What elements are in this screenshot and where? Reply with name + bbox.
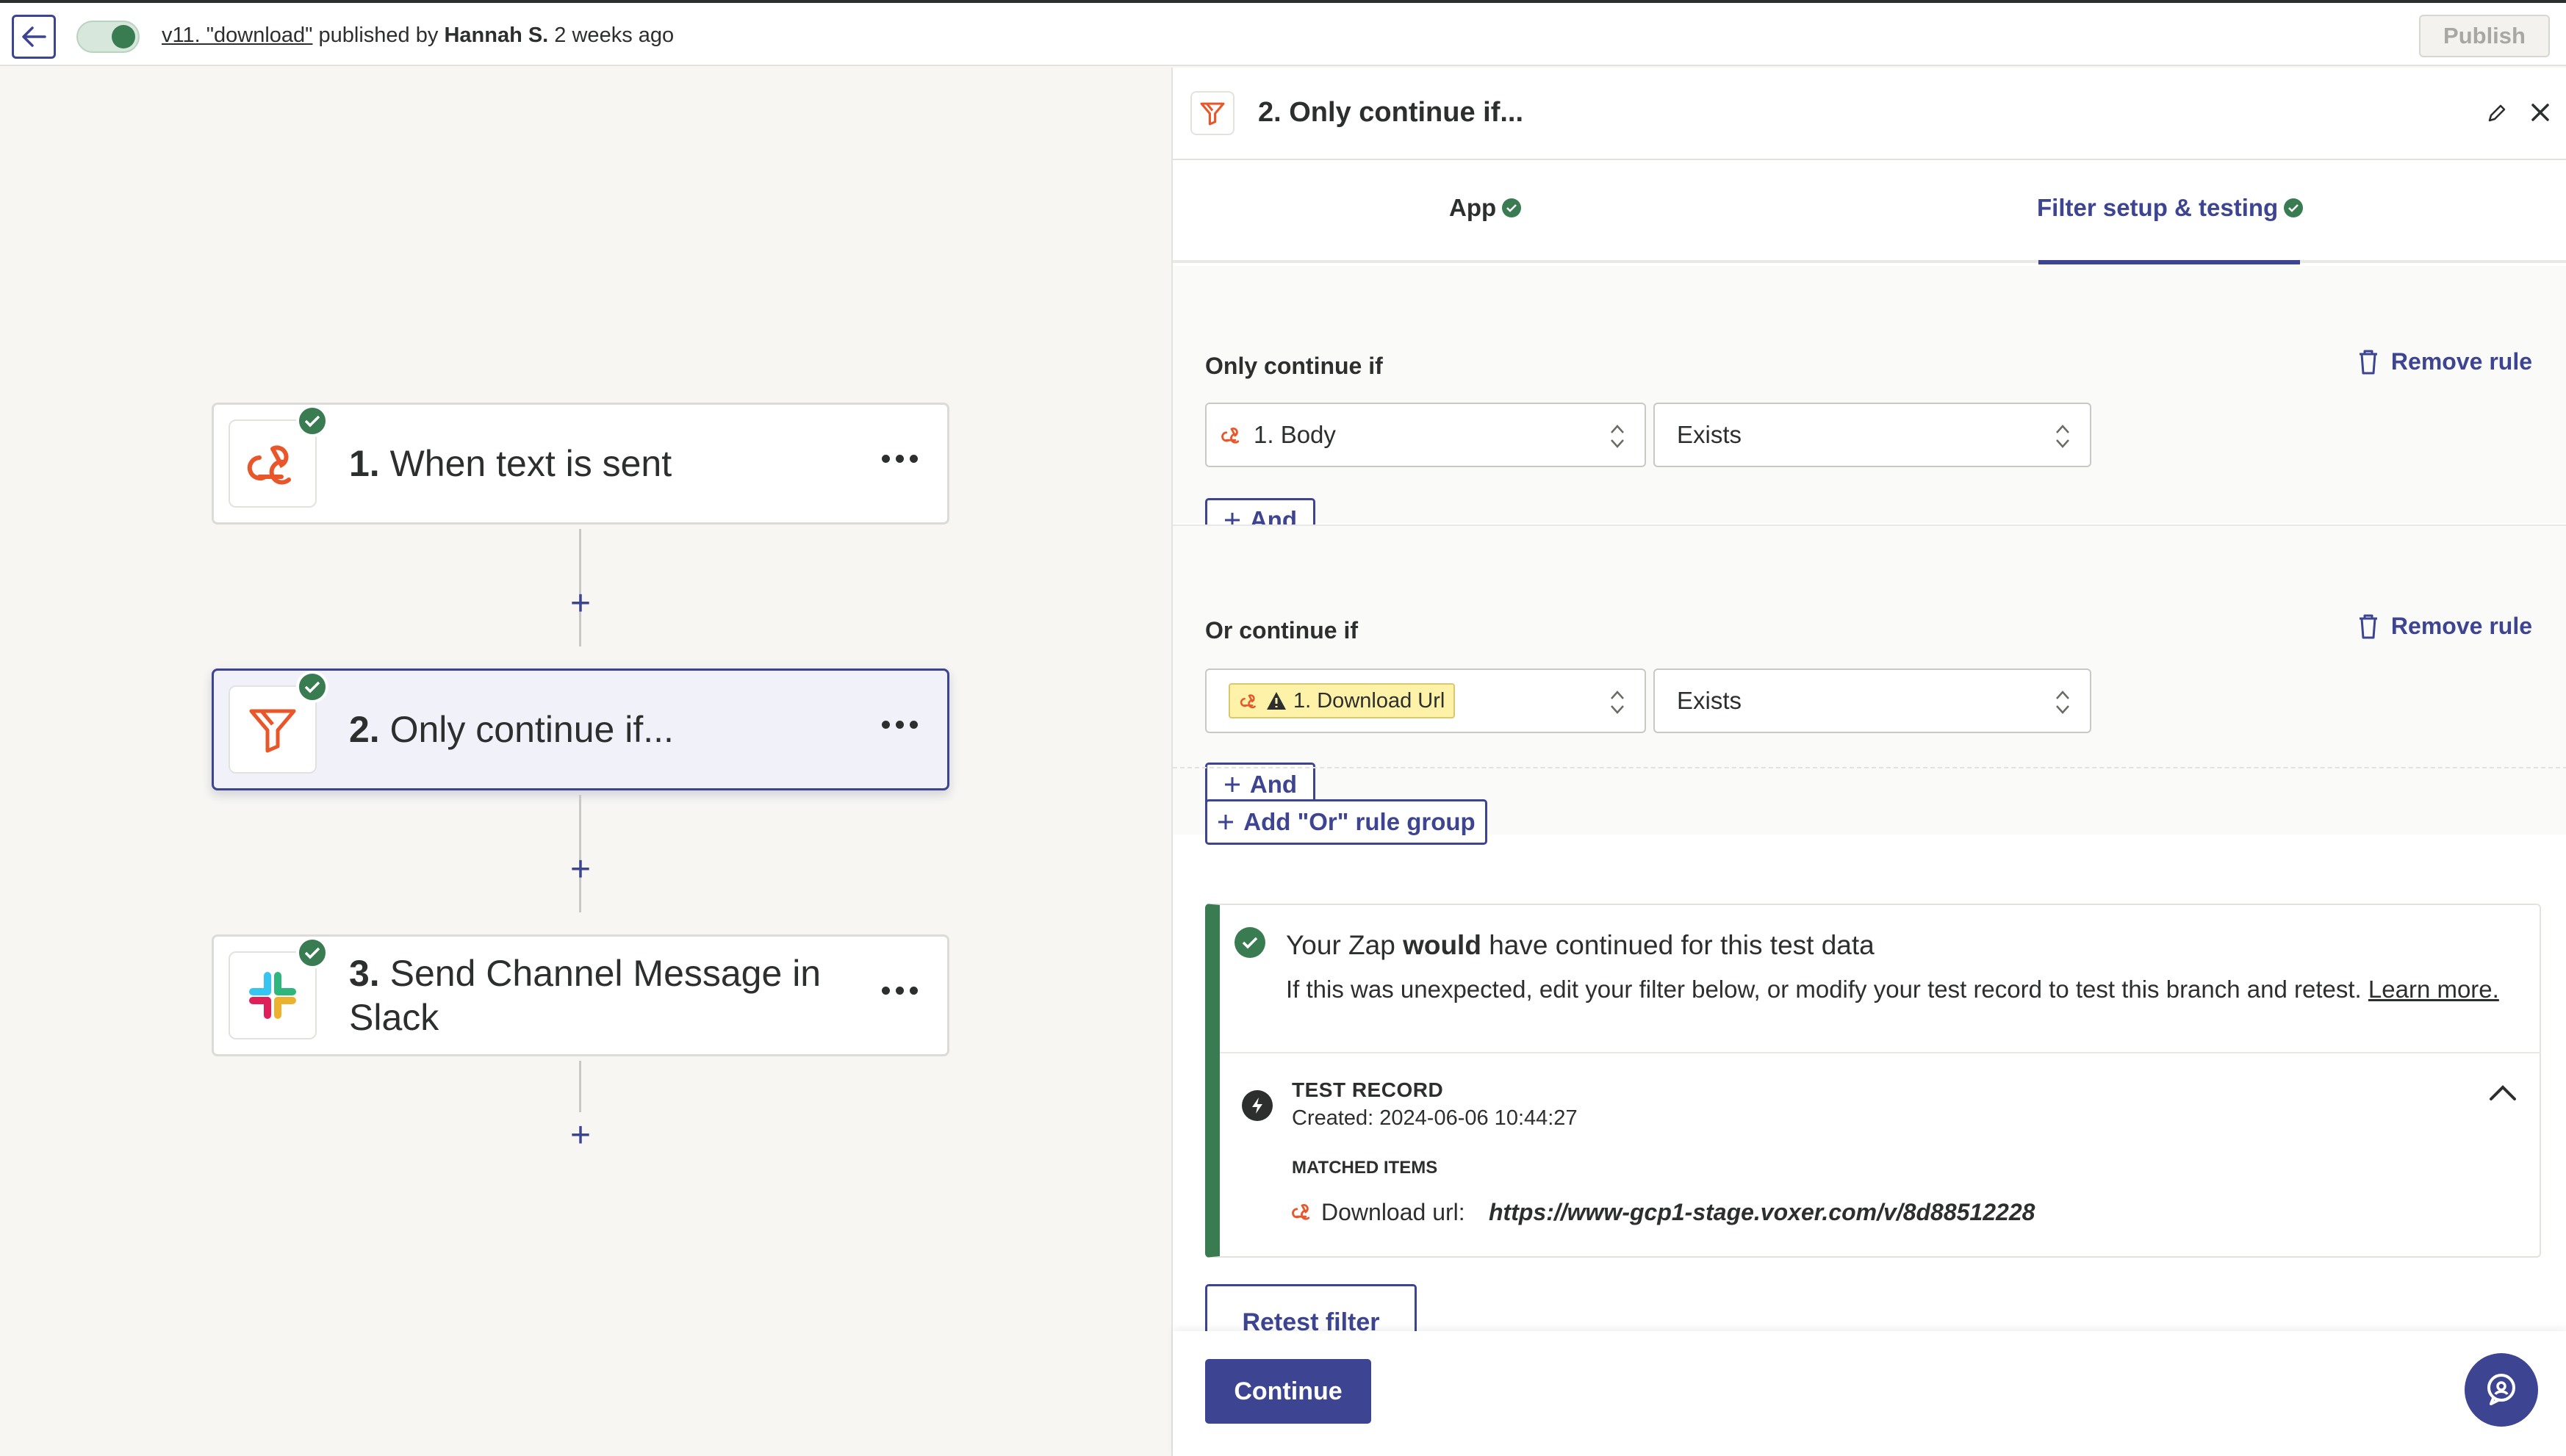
condition-select[interactable]: Exists	[1653, 403, 2091, 467]
trash-icon	[2359, 614, 2377, 638]
matched-items-title: MATCHED ITEMS	[1292, 1158, 1438, 1178]
field-select[interactable]: 1. Body	[1205, 403, 1646, 467]
condition-select[interactable]: Exists	[1653, 668, 2091, 733]
step-2-card[interactable]: 2. Only continue if...	[212, 668, 949, 790]
edit-pencil-icon[interactable]	[2487, 103, 2507, 123]
step-3-card[interactable]: 3. Send Channel Message in Slack	[212, 934, 949, 1056]
tab-app[interactable]: App	[1449, 194, 1522, 222]
add-step-button[interactable]: +	[566, 1118, 595, 1153]
warning-icon	[1267, 692, 1286, 710]
chevron-up-icon[interactable]	[2488, 1083, 2518, 1102]
slack-icon	[249, 972, 296, 1019]
chevron-updown-icon	[1611, 691, 1624, 714]
step-2-complete-icon	[296, 671, 328, 703]
webhook-icon	[1240, 694, 1256, 709]
step-1-more-icon[interactable]	[882, 455, 918, 463]
help-chat-button[interactable]	[2465, 1353, 2538, 1427]
version-link[interactable]: v11. "download"	[162, 24, 312, 47]
close-icon[interactable]	[2529, 101, 2551, 123]
step-editor-panel: 2. Only continue if... App Filter setup …	[1171, 68, 2566, 1456]
webhook-icon	[1292, 1204, 1310, 1220]
publish-button[interactable]: Publish	[2419, 15, 2550, 57]
connector-line	[579, 1061, 581, 1112]
remove-rule-button[interactable]: Remove rule	[2357, 348, 2532, 375]
group-divider	[1173, 767, 2566, 768]
webhook-icon	[1221, 428, 1240, 444]
field-chip-label: 1. Download Url	[1293, 688, 1445, 713]
step-2-more-icon[interactable]	[882, 721, 918, 729]
rule-group-2-label: Or continue if	[1205, 617, 1358, 644]
add-step-button[interactable]: +	[566, 586, 595, 621]
active-tab-indicator	[2038, 260, 2300, 264]
publish-info: v11. "download" published by Hannah S. 2…	[162, 24, 674, 48]
panel-tabs: App Filter setup & testing	[1173, 162, 2566, 264]
condition-select-value: Exists	[1677, 421, 1742, 448]
step-1-card[interactable]: 1. When text is sent	[212, 403, 949, 525]
chevron-updown-icon	[2056, 691, 2069, 714]
add-step-button[interactable]: +	[566, 852, 595, 887]
tab-filter-complete-icon	[2284, 198, 2304, 217]
panel-footer: Continue	[1173, 1331, 2566, 1456]
author-name: Hannah S.	[444, 24, 549, 47]
rule-group-1: Only continue if Remove rule 1. Body Exi…	[1173, 266, 2566, 542]
help-chat-icon	[2487, 1374, 2515, 1405]
test-record-created: Created: 2024-06-06 10:44:27	[1292, 1106, 1578, 1130]
success-check-icon	[1235, 927, 1265, 958]
rule-group-1-label: Only continue if	[1205, 353, 1383, 379]
step-3-complete-icon	[296, 937, 328, 969]
panel-header: 2. Only continue if...	[1173, 68, 2566, 160]
remove-rule-button[interactable]: Remove rule	[2357, 613, 2532, 640]
field-chip: 1. Download Url	[1229, 683, 1456, 718]
test-record-title: TEST RECORD	[1292, 1078, 1444, 1101]
test-result-headline: Your Zap would have continued for this t…	[1286, 930, 1875, 960]
published-by-text: published by	[312, 24, 445, 47]
panel-title: 2. Only continue if...	[1258, 97, 1524, 128]
continue-button[interactable]: Continue	[1205, 1359, 1371, 1424]
matched-item-value: https://www-gcp1-stage.voxer.com/v/8d885…	[1489, 1199, 2035, 1225]
filter-icon	[1200, 102, 1225, 126]
filter-icon	[249, 709, 296, 753]
tab-app-complete-icon	[1502, 198, 1522, 217]
step-1-complete-icon	[296, 405, 328, 437]
top-bar: v11. "download" published by Hannah S. 2…	[0, 0, 2566, 66]
result-divider	[1220, 1052, 2541, 1053]
step-1-title: 1. When text is sent	[349, 443, 672, 484]
step-2-title: 2. Only continue if...	[349, 709, 674, 750]
test-result-description: If this was unexpected, edit your filter…	[1286, 976, 2499, 1003]
matched-item-label: Download url:	[1321, 1199, 1465, 1225]
rule-group-2: Or continue if Remove rule 1. Download U…	[1173, 526, 2566, 835]
field-select[interactable]: 1. Download Url	[1205, 668, 1646, 733]
test-result-card: Your Zap would have continued for this t…	[1205, 904, 2541, 1258]
condition-select-value: Exists	[1677, 687, 1742, 714]
add-or-rule-group-button[interactable]: Add "Or" rule group	[1205, 799, 1487, 845]
toggle-knob	[112, 25, 135, 48]
field-select-value: 1. Body	[1254, 421, 1336, 448]
plus-icon	[1224, 777, 1240, 792]
zap-on-toggle[interactable]	[76, 21, 140, 53]
tab-filter-setup[interactable]: Filter setup & testing	[2037, 194, 2304, 222]
webhook-icon	[247, 445, 291, 485]
step-3-more-icon[interactable]	[882, 987, 918, 995]
step-3-title: 3. Send Channel Message in Slack	[349, 953, 822, 1038]
lightning-icon	[1242, 1090, 1273, 1121]
panel-app-icon	[1190, 91, 1235, 135]
plus-icon	[1218, 815, 1234, 829]
workflow-canvas[interactable]: 1. When text is sent + 2. Only continue …	[0, 68, 1171, 1456]
learn-more-link[interactable]: Learn more.	[2368, 976, 2499, 1003]
trash-icon	[2359, 350, 2377, 374]
chevron-updown-icon	[1611, 425, 1624, 448]
chevron-updown-icon	[2056, 425, 2069, 448]
arrow-left-icon	[22, 26, 46, 47]
back-button[interactable]	[12, 15, 56, 59]
published-when: 2 weeks ago	[548, 24, 675, 47]
